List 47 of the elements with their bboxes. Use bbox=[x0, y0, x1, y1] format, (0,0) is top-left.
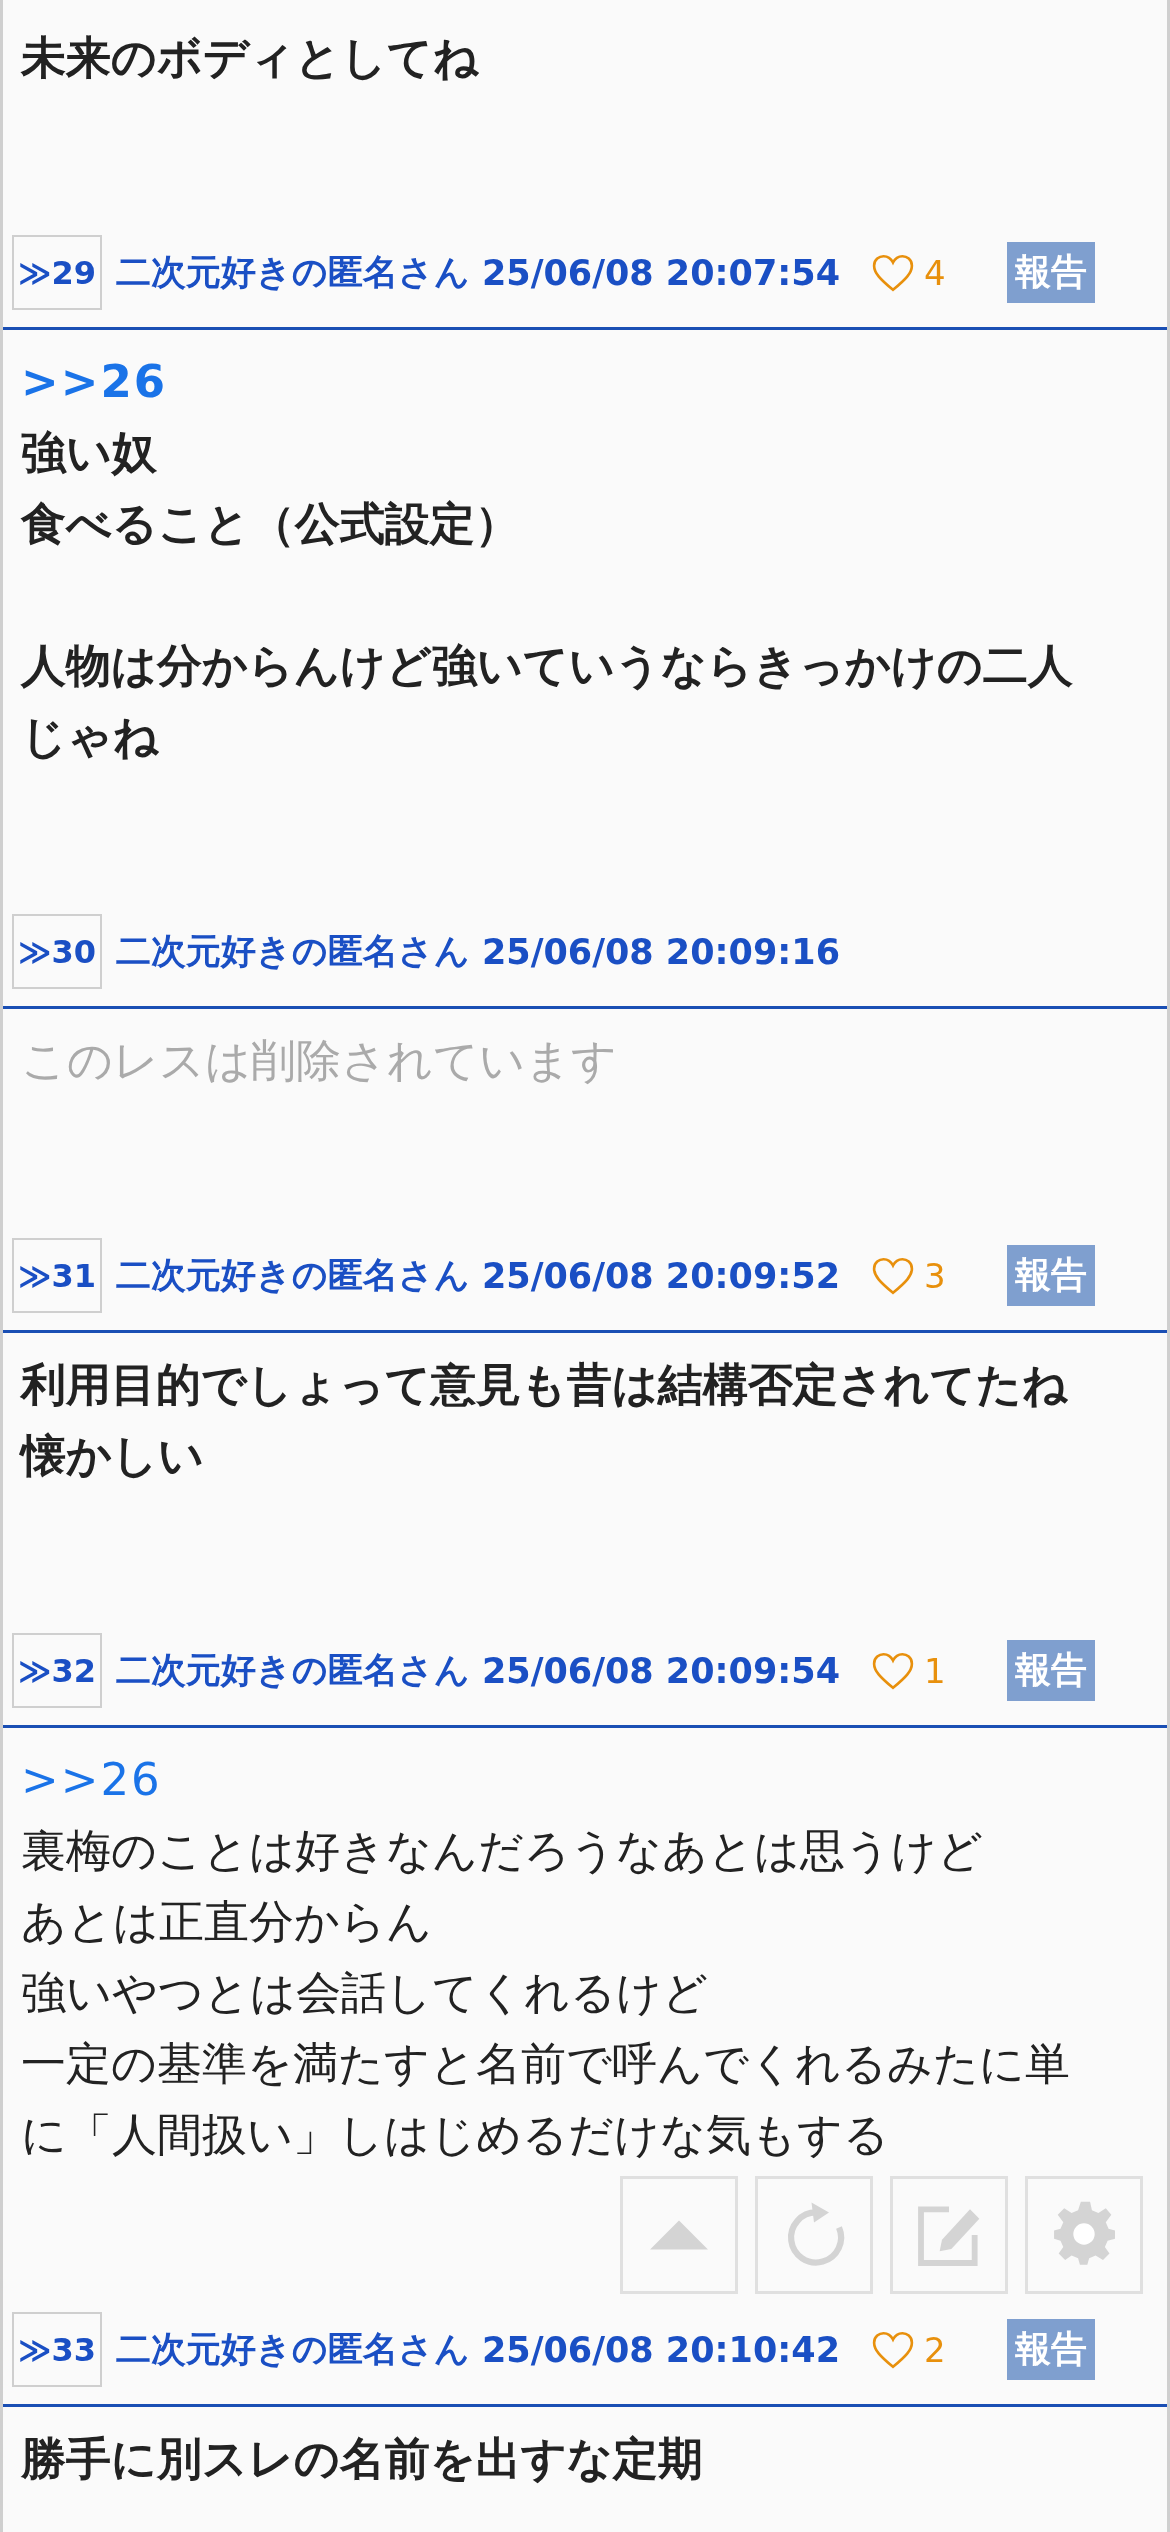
write-button[interactable] bbox=[890, 2176, 1008, 2294]
post-text: 一定の基準を満たすと名前で呼んでくれるみたに単 bbox=[21, 2036, 1070, 2092]
post-text: 未来のボディとしてね bbox=[21, 30, 479, 86]
post-text: 食べること（公式設定） bbox=[21, 496, 520, 552]
post-text: 人物は分からんけど強いていうならきっかけの二人 bbox=[21, 638, 1073, 694]
post-text: に「人間扱い」しはじめるだけな気もする bbox=[21, 2107, 889, 2163]
poster-name: 二次元好きの匿名さん bbox=[116, 1254, 470, 1297]
post-text: 強い奴 bbox=[21, 425, 157, 481]
post-text: あとは正直分からん bbox=[21, 1894, 432, 1950]
post-number-link[interactable]: ≫32 bbox=[12, 1633, 102, 1708]
report-button[interactable]: 報告 bbox=[1007, 1245, 1095, 1306]
scroll-top-button[interactable] bbox=[620, 2176, 738, 2294]
poster-name: 二次元好きの匿名さん bbox=[116, 1649, 470, 1692]
reload-button[interactable] bbox=[755, 2176, 873, 2294]
post-text: 強いやつとは会話してくれるけど bbox=[21, 1965, 708, 2021]
post-date: 25/06/08 20:09:54 bbox=[482, 1650, 840, 1691]
heart-icon bbox=[872, 2330, 914, 2369]
heart-icon bbox=[872, 1651, 914, 1690]
like-count: 3 bbox=[924, 1255, 946, 1296]
reply-anchor-link[interactable]: >>26 bbox=[21, 346, 168, 417]
report-button[interactable]: 報告 bbox=[1007, 2319, 1095, 2380]
post-date: 25/06/08 20:09:16 bbox=[482, 931, 840, 972]
like-count: 2 bbox=[924, 2329, 946, 2370]
poster-name: 二次元好きの匿名さん bbox=[116, 251, 470, 294]
settings-button[interactable] bbox=[1025, 2176, 1143, 2294]
post-text: 勝手に別スレの名前を出すな定期 bbox=[21, 2431, 703, 2487]
poster-name: 二次元好きの匿名さん bbox=[116, 930, 470, 973]
post-number-link[interactable]: ≫33 bbox=[12, 2312, 102, 2387]
like-count: 4 bbox=[924, 252, 946, 293]
reply-anchor-link[interactable]: >>26 bbox=[21, 1744, 162, 1815]
post-number-link[interactable]: ≫30 bbox=[12, 914, 102, 989]
report-button[interactable]: 報告 bbox=[1007, 242, 1095, 303]
post-text: 懐かしい bbox=[21, 1428, 204, 1484]
post-date: 25/06/08 20:09:52 bbox=[482, 1255, 840, 1296]
post-date: 25/06/08 20:07:54 bbox=[482, 252, 840, 293]
like-count: 1 bbox=[924, 1650, 946, 1691]
report-button[interactable]: 報告 bbox=[1007, 1640, 1095, 1701]
post-date: 25/06/08 20:10:42 bbox=[482, 2329, 840, 2370]
post-text: じゃね bbox=[21, 709, 159, 765]
post-number-link[interactable]: ≫31 bbox=[12, 1238, 102, 1313]
post-text: 裏梅のことは好きなんだろうなあとは思うけど bbox=[21, 1823, 983, 1879]
heart-icon bbox=[872, 1256, 914, 1295]
post-text: このレスは削除されています bbox=[21, 1033, 617, 1089]
heart-icon bbox=[872, 253, 914, 292]
post-number-link[interactable]: ≫29 bbox=[12, 235, 102, 310]
post-text: 利用目的でしょって意見も昔は結構否定されてたね bbox=[21, 1357, 1068, 1413]
poster-name: 二次元好きの匿名さん bbox=[116, 2328, 470, 2371]
